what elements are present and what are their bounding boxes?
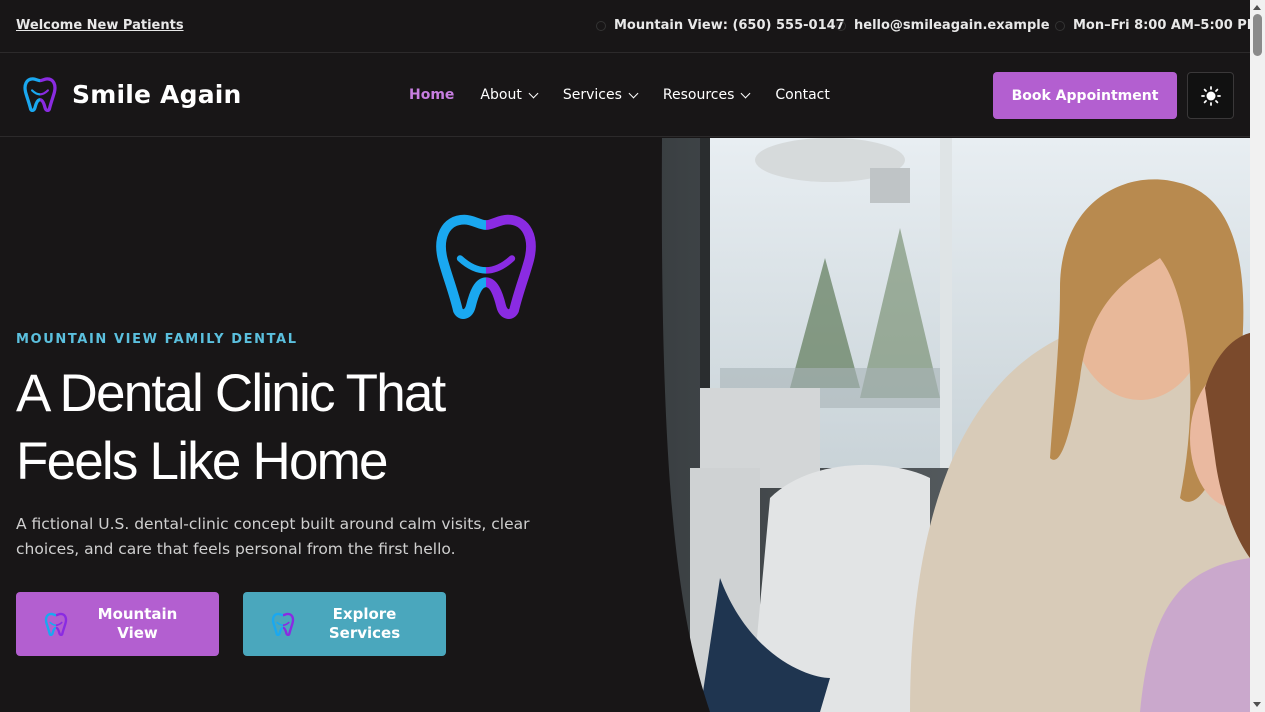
- clock-icon: [1055, 20, 1065, 31]
- welcome-new-patients-link[interactable]: Welcome New Patients: [16, 18, 184, 33]
- phone-icon: [596, 20, 606, 31]
- page-scrollbar[interactable]: [1250, 0, 1265, 712]
- nav-item-about[interactable]: About: [480, 87, 539, 103]
- nav-item-resources[interactable]: Resources: [662, 87, 751, 103]
- cta-secondary-line-1: Explore: [332, 605, 397, 623]
- tooth-smile-icon: [23, 77, 57, 112]
- hero-photo: [660, 138, 1250, 712]
- hours-info: Mon–Fri 8:00 AM–5:00 PM: [1055, 18, 1260, 33]
- nav-item-services[interactable]: Services: [562, 87, 639, 103]
- hours-text: Mon–Fri 8:00 AM–5:00 PM: [1073, 18, 1260, 33]
- brand-name: Smile Again: [72, 79, 242, 109]
- cta-label: Mountain View: [16, 605, 219, 643]
- nav-item-label: Resources: [662, 87, 735, 103]
- phone-info[interactable]: Mountain View: (650) 555-0147: [596, 18, 845, 33]
- headline-line-2: Feels Like Home: [16, 432, 388, 491]
- book-appointment-button[interactable]: Book Appointment: [993, 72, 1177, 119]
- hero-tooth-logo: [436, 214, 536, 319]
- nav-menu: Home About Services Resources Contact: [409, 87, 856, 103]
- nav-item-label: Home: [409, 87, 455, 103]
- cta-secondary-line-2: Services: [328, 624, 401, 642]
- chevron-down-icon: [528, 88, 539, 98]
- cta-label: Explore Services: [243, 605, 446, 643]
- hero-headline: A Dental Clinic That Feels Like Home: [16, 360, 536, 496]
- nav-item-label: Contact: [775, 87, 830, 103]
- chevron-down-icon: [740, 88, 751, 98]
- hero-eyebrow: MOUNTAIN VIEW FAMILY DENTAL: [16, 332, 298, 347]
- clinic-photo-illustration: [660, 138, 1250, 712]
- scrollbar-thumb[interactable]: [1253, 14, 1262, 56]
- chevron-down-icon: [628, 88, 639, 98]
- scroll-up-arrow-icon[interactable]: [1253, 5, 1261, 10]
- mail-icon: [836, 20, 846, 31]
- scroll-down-arrow-icon[interactable]: [1253, 702, 1261, 707]
- email-text: hello@smileagain.example: [854, 18, 1050, 33]
- cta-primary-line-2: View: [117, 624, 158, 642]
- email-info[interactable]: hello@smileagain.example: [836, 18, 1050, 33]
- nav-item-contact[interactable]: Contact: [775, 87, 829, 103]
- mountain-view-button[interactable]: Mountain View: [16, 592, 219, 656]
- explore-services-button[interactable]: Explore Services: [243, 592, 446, 656]
- top-utility-bar: Welcome New Patients Mountain View: (650…: [0, 0, 1260, 53]
- main-navigation: Smile Again Home About Services Resource…: [0, 54, 1250, 137]
- cta-primary-line-1: Mountain: [97, 605, 178, 623]
- sun-icon: [1200, 85, 1221, 106]
- hero-subtext: A fictional U.S. dental-clinic concept b…: [16, 515, 530, 558]
- nav-item-label: Services: [562, 87, 622, 103]
- brand-logo-link[interactable]: Smile Again: [22, 76, 242, 112]
- headline-line-1: A Dental Clinic That: [16, 364, 446, 423]
- nav-item-home[interactable]: Home: [409, 87, 454, 103]
- phone-text: Mountain View: (650) 555-0147: [614, 18, 845, 33]
- theme-toggle-button[interactable]: [1187, 72, 1234, 119]
- nav-item-label: About: [480, 87, 522, 103]
